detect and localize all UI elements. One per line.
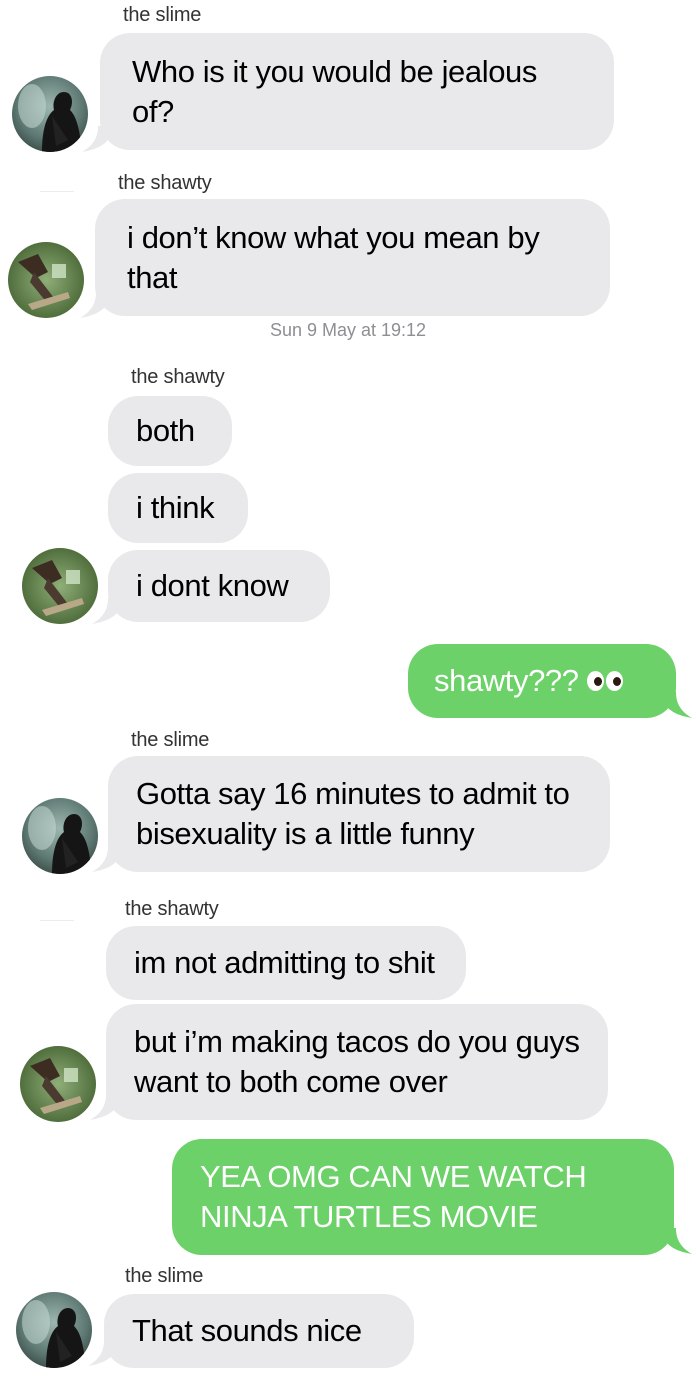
message-text: but i’m making tacos do you guys want to… bbox=[134, 1024, 580, 1099]
sender-name: the slime bbox=[125, 1265, 204, 1287]
bubble-tail-icon bbox=[662, 1228, 692, 1254]
message-bubble-outgoing[interactable]: YEA OMG CAN WE WATCH NINJA TURTLES MOVIE bbox=[172, 1139, 674, 1255]
message-bubble[interactable]: That sounds nice bbox=[104, 1294, 414, 1368]
eyes-emoji-icon bbox=[586, 671, 623, 691]
message-bubble[interactable]: im not admitting to shit bbox=[106, 926, 466, 1000]
message-text: i dont know bbox=[136, 568, 289, 603]
message-bubble-outgoing[interactable]: shawty??? bbox=[408, 644, 676, 718]
message-text: i don’t know what you mean by that bbox=[127, 219, 540, 295]
shawty-avatar[interactable] bbox=[8, 242, 84, 318]
sender-name: the shawty bbox=[118, 172, 212, 194]
message-bubble[interactable]: i dont know bbox=[108, 550, 330, 622]
message-text: Who is it you would be jealous of? bbox=[132, 53, 538, 129]
shawty-avatar[interactable] bbox=[20, 1046, 96, 1122]
slime-avatar[interactable] bbox=[16, 1292, 92, 1368]
message-text: im not admitting to shit bbox=[134, 945, 435, 980]
message-bubble[interactable]: Gotta say 16 minutes to admit to bisexua… bbox=[108, 756, 610, 872]
message-text: shawty??? bbox=[434, 663, 579, 698]
slime-avatar[interactable] bbox=[22, 798, 98, 874]
sender-name: the slime bbox=[123, 4, 202, 26]
message-text: Gotta say 16 minutes to admit to bisexua… bbox=[136, 776, 570, 851]
message-bubble[interactable]: both bbox=[108, 396, 232, 466]
sender-name: the slime bbox=[131, 729, 210, 751]
message-text: i think bbox=[136, 490, 215, 525]
message-text: both bbox=[136, 413, 195, 448]
timestamp: Sun 9 May at 19:12 bbox=[269, 320, 427, 340]
slime-avatar[interactable] bbox=[12, 76, 88, 152]
message-text: YEA OMG CAN WE WATCH NINJA TURTLES MOVIE bbox=[200, 1159, 587, 1234]
message-text: That sounds nice bbox=[132, 1313, 362, 1348]
sender-name: the shawty bbox=[125, 898, 219, 920]
bubble-tail-icon bbox=[662, 692, 692, 718]
sender-name: the shawty bbox=[131, 366, 225, 388]
message-bubble[interactable]: i think bbox=[108, 473, 248, 543]
message-bubble[interactable]: Who is it you would be jealous of? bbox=[100, 33, 614, 150]
message-bubble[interactable]: but i’m making tacos do you guys want to… bbox=[106, 1004, 608, 1120]
message-bubble[interactable]: i don’t know what you mean by that bbox=[95, 199, 610, 316]
shawty-avatar[interactable] bbox=[22, 548, 98, 624]
